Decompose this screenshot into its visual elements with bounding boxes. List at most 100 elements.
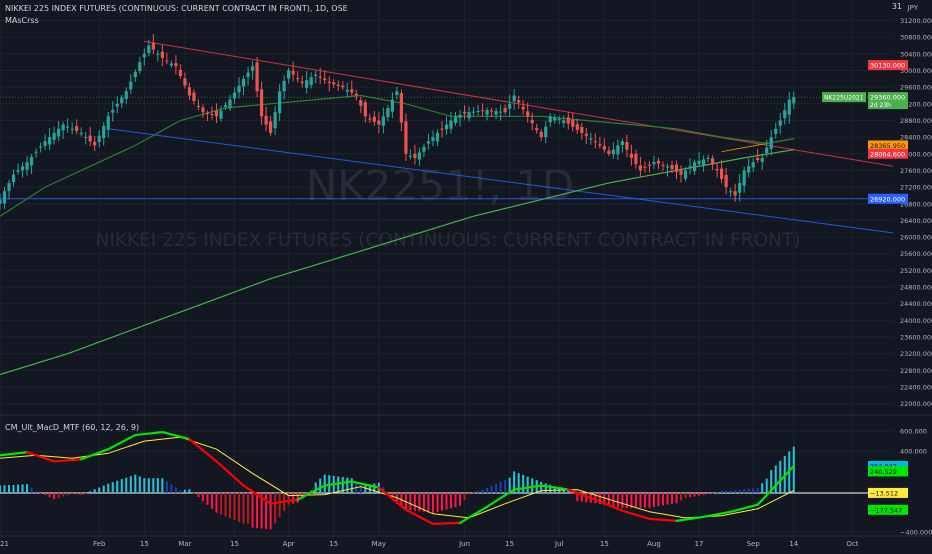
macd-histogram-bar — [716, 491, 719, 493]
macd-histogram-bar — [44, 492, 47, 496]
macd-histogram-bar — [62, 492, 65, 497]
candle-body — [192, 92, 196, 102]
price-label-red: 30130.000 — [868, 60, 908, 71]
macd-histogram-bar — [734, 490, 737, 493]
candle-body — [517, 100, 521, 103]
candle-body — [16, 170, 20, 172]
candle-body — [350, 89, 354, 93]
macd-line-segment — [431, 521, 462, 526]
candle-body — [187, 87, 192, 96]
price-tick-label: 26000.000 — [900, 234, 932, 242]
candle-body — [435, 132, 440, 142]
corner-label: 31 — [891, 2, 902, 11]
macd-histogram-bar — [702, 492, 705, 495]
candle-body — [219, 110, 223, 119]
candle-body — [710, 158, 715, 165]
macd-histogram-bar — [233, 492, 236, 521]
price-tick-label: 27200.000 — [900, 184, 932, 192]
macd-title[interactable]: CM_Ult_MacD_MTF (60, 12, 26, 9) — [5, 423, 139, 432]
macd-histogram-bar — [526, 476, 529, 493]
macd-histogram-bar — [292, 492, 295, 504]
macd-histogram-bar — [689, 492, 692, 498]
candle-body — [156, 53, 160, 55]
candle-body — [0, 199, 2, 204]
time-tick-label: Jul — [554, 540, 564, 548]
candle-body — [147, 45, 151, 53]
candle-body — [341, 85, 345, 88]
candle-body — [783, 110, 787, 118]
macd-histogram-bar — [224, 492, 227, 517]
macd-histogram-bar — [346, 477, 349, 493]
candle-body — [580, 127, 584, 133]
candle-body — [697, 160, 701, 165]
macd-value-label-text: 240.529 — [870, 468, 897, 476]
candle-body — [196, 106, 201, 108]
macd-histogram-bar — [779, 460, 782, 493]
macd-histogram-bar — [39, 492, 42, 494]
time-tick-label: Sep — [747, 540, 761, 548]
macd-histogram-bar — [463, 492, 466, 501]
candle-body — [52, 132, 56, 140]
price-label-blue: 26920.000 — [868, 193, 908, 204]
macd-histogram-bar — [725, 490, 728, 493]
macd-histogram-bar — [57, 492, 60, 498]
candle-body — [444, 124, 449, 130]
currency-label[interactable]: JPY — [908, 4, 918, 12]
candle-body — [593, 141, 597, 143]
indicator-name[interactable]: MAsCrss — [5, 16, 39, 25]
time-tick-label: 15 — [505, 540, 514, 548]
candle-body — [354, 93, 358, 96]
candle-body — [530, 119, 534, 124]
macd-histogram-bar — [761, 483, 764, 493]
candle-body — [201, 107, 205, 113]
candle-body — [282, 80, 286, 92]
candle-body — [508, 103, 512, 109]
candle-body — [756, 157, 760, 161]
candle-body — [390, 99, 394, 112]
candle-body — [480, 110, 485, 112]
macd-histogram-bar — [192, 492, 195, 494]
price-label-text: 28365.950 — [870, 142, 905, 150]
macd-histogram-bar — [206, 492, 209, 505]
macd-histogram-bar — [445, 492, 448, 510]
symbol-tag-text: NK225U2021 — [824, 95, 864, 102]
macd-histogram-bar — [427, 492, 430, 513]
candle-body — [228, 99, 232, 109]
candle-body — [88, 135, 92, 142]
candle-body — [643, 166, 647, 168]
candle-body — [363, 102, 367, 117]
candle-body — [769, 137, 773, 150]
candle-body — [70, 128, 74, 130]
candle-body — [327, 81, 331, 83]
macd-histogram-bar — [531, 478, 534, 493]
macd-histogram-bar — [80, 492, 83, 496]
candle-body — [765, 147, 769, 154]
candle-body — [66, 126, 70, 128]
candle-body — [616, 145, 620, 155]
macd-histogram-bar — [522, 474, 525, 493]
macd-tick-label: 400.000 — [900, 448, 927, 456]
macd-histogram-bar — [138, 476, 141, 493]
candle-body — [611, 149, 615, 155]
candle-body — [440, 128, 444, 130]
macd-histogram-bar — [729, 490, 732, 493]
macd-histogram-bar — [147, 478, 150, 493]
candle-body — [259, 89, 264, 117]
macd-histogram-bar — [504, 479, 507, 493]
macd-histogram-bar — [26, 484, 29, 493]
candle-body — [7, 182, 11, 192]
candle-body — [760, 157, 764, 162]
chart-svg[interactable]: NK2251!, 1DNIKKEI 225 INDEX FUTURES (CON… — [0, 0, 932, 550]
candle-body — [79, 132, 83, 134]
macd-histogram-bar — [756, 487, 759, 493]
macd-histogram-bar — [170, 484, 173, 493]
macd-histogram-bar — [364, 484, 367, 493]
candle-body — [115, 103, 119, 107]
price-tick-label: 28400.000 — [900, 134, 932, 142]
candle-body — [738, 182, 742, 193]
macd-histogram-bar — [247, 492, 250, 524]
macd-histogram-bar — [48, 492, 51, 498]
candle-body — [11, 174, 16, 183]
candle-body — [417, 152, 422, 160]
candle-body — [571, 119, 575, 127]
